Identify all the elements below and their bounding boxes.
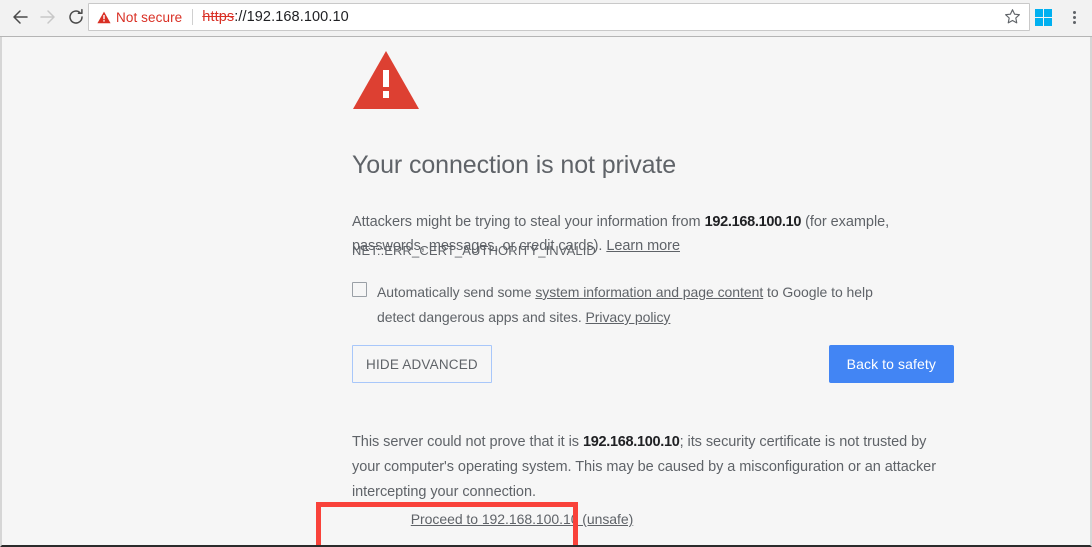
- safe-browsing-optin-row[interactable]: Automatically send some system informati…: [352, 280, 912, 330]
- advanced-host: 192.168.100.10: [582, 433, 680, 450]
- three-dot-menu-icon-dot3: [1072, 20, 1076, 24]
- page-viewport: Your connection is not private Attackers…: [0, 37, 1092, 547]
- optin-text-before-link: Automatically send some: [377, 284, 532, 300]
- advanced-before-host: This server could not prove that it is: [352, 433, 579, 450]
- body-host: 192.168.100.10: [704, 213, 802, 230]
- red-warning-triangle-icon: [352, 50, 972, 110]
- windows-logo-icon: [1034, 8, 1052, 26]
- system-information-link[interactable]: system information and page content: [535, 284, 763, 300]
- back-button[interactable]: [6, 3, 34, 31]
- learn-more-link[interactable]: Learn more: [606, 238, 680, 254]
- ssl-interstitial: Your connection is not private Attackers…: [352, 37, 972, 527]
- browser-window: Not secure https://192.168.100.10 Your c…: [0, 0, 1092, 547]
- body-before-host: Attackers might be trying to steal your …: [352, 213, 701, 230]
- bookmark-star-icon: [1004, 8, 1021, 28]
- profile-button[interactable]: [1032, 7, 1054, 27]
- privacy-policy-link[interactable]: Privacy policy: [586, 309, 671, 325]
- proceed-link-container: Proceed to 192.168.100.10 (unsafe): [352, 511, 692, 529]
- browser-menu-button[interactable]: [1064, 6, 1084, 28]
- bookmark-star-button[interactable]: [1001, 7, 1023, 29]
- back-to-safety-button[interactable]: Back to safety: [828, 345, 954, 383]
- back-arrow-icon: [10, 7, 30, 27]
- reload-button[interactable]: [62, 3, 90, 31]
- not-secure-label: Not secure: [116, 9, 183, 25]
- error-code-text: NET::ERR_CERT_AUTHORITY_INVALID: [352, 243, 596, 258]
- forward-arrow-icon: [38, 7, 58, 27]
- url-text[interactable]: https://192.168.100.10: [202, 9, 349, 25]
- url-host: ://192.168.100.10: [234, 9, 349, 25]
- proceed-unsafe-link[interactable]: Proceed to 192.168.100.10 (unsafe): [411, 511, 634, 527]
- safe-browsing-checkbox[interactable]: [352, 282, 367, 297]
- reload-icon: [66, 7, 86, 27]
- advanced-explanation-text: This server could not prove that it is 1…: [352, 430, 946, 505]
- browser-toolbar: Not secure https://192.168.100.10: [0, 0, 1092, 34]
- omnibox-divider: [192, 9, 194, 25]
- three-dot-menu-icon: [1072, 10, 1076, 14]
- page-title: Your connection is not private: [352, 151, 677, 179]
- interstitial-button-row: HIDE ADVANCED Back to safety: [352, 345, 954, 383]
- forward-button: [34, 3, 62, 31]
- hide-advanced-button[interactable]: HIDE ADVANCED: [352, 345, 492, 383]
- three-dot-menu-icon-dot2: [1072, 15, 1076, 19]
- security-status-chip[interactable]: Not secure: [97, 10, 182, 25]
- not-secure-warning-icon: [97, 11, 111, 24]
- safe-browsing-optin-text: Automatically send some system informati…: [377, 280, 912, 330]
- url-scheme: https: [202, 9, 235, 25]
- address-bar[interactable]: Not secure https://192.168.100.10: [88, 3, 1030, 31]
